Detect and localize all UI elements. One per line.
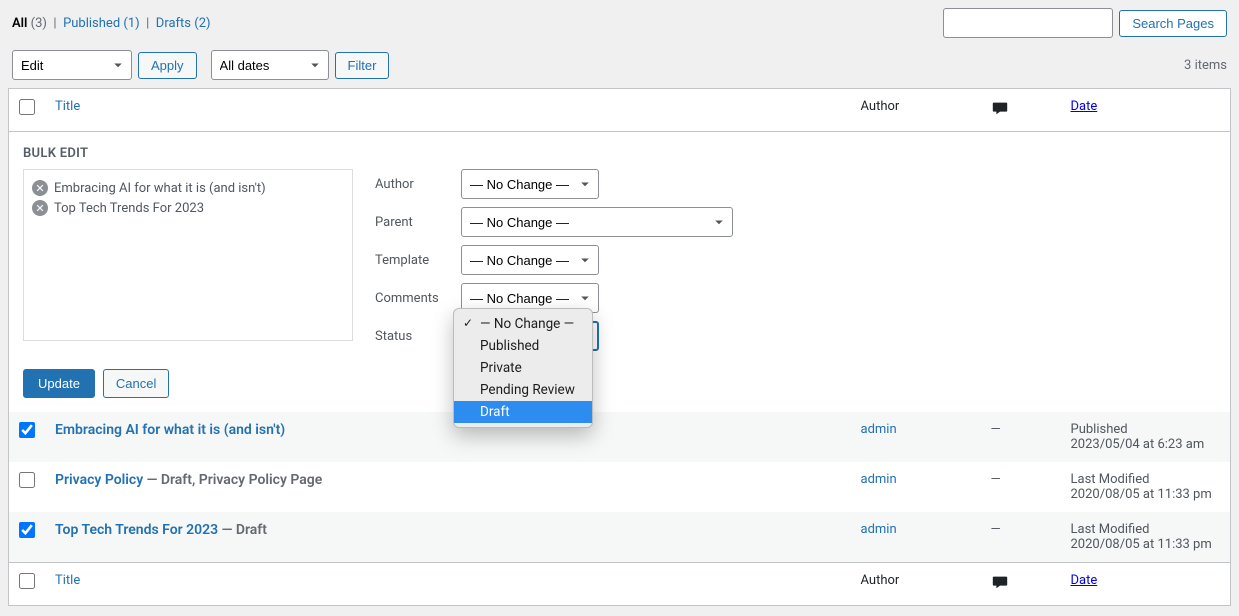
bulk-edit-row: BULK EDIT ✕ Embracing AI for what it is … bbox=[9, 132, 1231, 413]
bulk-edit-title-item: ✕ Top Tech Trends For 2023 bbox=[32, 198, 344, 218]
row-checkbox[interactable] bbox=[19, 422, 35, 438]
bulk-edit-template-label: Template bbox=[375, 253, 453, 268]
date-status-label: Last Modified bbox=[1071, 472, 1221, 487]
date-status-label: Published bbox=[1071, 422, 1221, 437]
author-link[interactable]: admin bbox=[861, 422, 897, 437]
bulk-edit-title-text: Top Tech Trends For 2023 bbox=[54, 201, 204, 216]
comments-dash: — bbox=[991, 522, 1001, 537]
remove-item-icon[interactable]: ✕ bbox=[32, 200, 48, 216]
comments-dash: — bbox=[991, 472, 1001, 487]
author-link[interactable]: admin bbox=[861, 522, 897, 537]
status-dropdown-menu: — No Change — Published Private Pending … bbox=[453, 308, 593, 428]
table-row: Privacy Policy — Draft, Privacy Policy P… bbox=[9, 462, 1231, 512]
column-header-title[interactable]: Title bbox=[55, 99, 80, 114]
column-header-comments bbox=[981, 89, 1061, 132]
bulk-edit-parent-label: Parent bbox=[375, 215, 453, 230]
apply-button[interactable]: Apply bbox=[138, 52, 197, 79]
pages-table: Title Author Date BULK EDIT ✕ Embracing … bbox=[8, 88, 1231, 606]
filter-drafts-link[interactable]: Drafts (2) bbox=[156, 16, 211, 31]
filter-published-link[interactable]: Published (1) bbox=[63, 16, 140, 31]
page-title-suffix: — Draft bbox=[218, 522, 267, 538]
filter-button[interactable]: Filter bbox=[335, 52, 390, 79]
comment-icon bbox=[991, 573, 1009, 595]
status-option-draft[interactable]: Draft bbox=[454, 401, 592, 423]
remove-item-icon[interactable]: ✕ bbox=[32, 180, 48, 196]
items-count: 3 items bbox=[1184, 58, 1227, 73]
row-checkbox[interactable] bbox=[19, 522, 35, 538]
bulk-edit-status-label: Status bbox=[375, 329, 453, 344]
date-filter-select[interactable]: All dates bbox=[211, 50, 329, 80]
bulk-edit-parent-select[interactable]: — No Change — bbox=[461, 207, 733, 237]
author-link[interactable]: admin bbox=[861, 472, 897, 487]
comments-dash: — bbox=[991, 422, 1001, 437]
search-pages-button[interactable]: Search Pages bbox=[1119, 10, 1227, 37]
table-row: Embracing AI for what it is (and isn't) … bbox=[9, 412, 1231, 462]
bulk-edit-author-label: Author bbox=[375, 177, 453, 192]
date-value: 2020/08/05 at 11:33 pm bbox=[1071, 537, 1221, 552]
bulk-edit-title-text: Embracing AI for what it is (and isn't) bbox=[54, 181, 266, 196]
status-option-private[interactable]: Private bbox=[454, 357, 592, 379]
date-value: 2023/05/04 at 6:23 am bbox=[1071, 437, 1221, 452]
filter-all-label[interactable]: All bbox=[12, 16, 27, 31]
bulk-edit-titles-box: ✕ Embracing AI for what it is (and isn't… bbox=[23, 169, 353, 341]
bulk-edit-header: BULK EDIT bbox=[23, 146, 1216, 161]
page-title-link[interactable]: Top Tech Trends For 2023 bbox=[55, 522, 218, 538]
column-footer-comments bbox=[981, 563, 1061, 606]
select-all-checkbox-top[interactable] bbox=[19, 99, 35, 115]
page-title-suffix: — Draft, Privacy Policy Page bbox=[143, 472, 322, 488]
date-status-label: Last Modified bbox=[1071, 522, 1221, 537]
status-option-published[interactable]: Published bbox=[454, 335, 592, 357]
column-header-date[interactable]: Date bbox=[1071, 99, 1098, 114]
comment-icon bbox=[991, 99, 1009, 121]
date-value: 2020/08/05 at 11:33 pm bbox=[1071, 487, 1221, 502]
column-footer-date[interactable]: Date bbox=[1071, 573, 1098, 588]
status-option-no-change[interactable]: — No Change — bbox=[454, 313, 592, 335]
table-row: Top Tech Trends For 2023 — Draft admin —… bbox=[9, 512, 1231, 563]
bulk-edit-template-select[interactable]: — No Change — bbox=[461, 245, 599, 275]
column-footer-title[interactable]: Title bbox=[55, 573, 80, 588]
column-header-author: Author bbox=[851, 89, 981, 132]
column-footer-author: Author bbox=[851, 563, 981, 606]
status-option-pending-review[interactable]: Pending Review bbox=[454, 379, 592, 401]
bulk-action-select[interactable]: Edit bbox=[12, 50, 132, 80]
row-checkbox[interactable] bbox=[19, 472, 35, 488]
bulk-edit-update-button[interactable]: Update bbox=[23, 369, 95, 398]
page-title-link[interactable]: Embracing AI for what it is (and isn't) bbox=[55, 422, 285, 438]
bulk-edit-title-item: ✕ Embracing AI for what it is (and isn't… bbox=[32, 178, 344, 198]
bulk-edit-author-select[interactable]: — No Change — bbox=[461, 169, 599, 199]
select-all-checkbox-bottom[interactable] bbox=[19, 573, 35, 589]
bulk-edit-cancel-button[interactable]: Cancel bbox=[103, 369, 169, 398]
search-input[interactable] bbox=[943, 8, 1113, 38]
bulk-edit-comments-label: Comments bbox=[375, 291, 453, 306]
page-title-link[interactable]: Privacy Policy bbox=[55, 472, 143, 488]
filter-all-count: (3) bbox=[31, 16, 47, 31]
status-filter-links: All (3) | Published (1) | Drafts (2) bbox=[12, 16, 211, 31]
